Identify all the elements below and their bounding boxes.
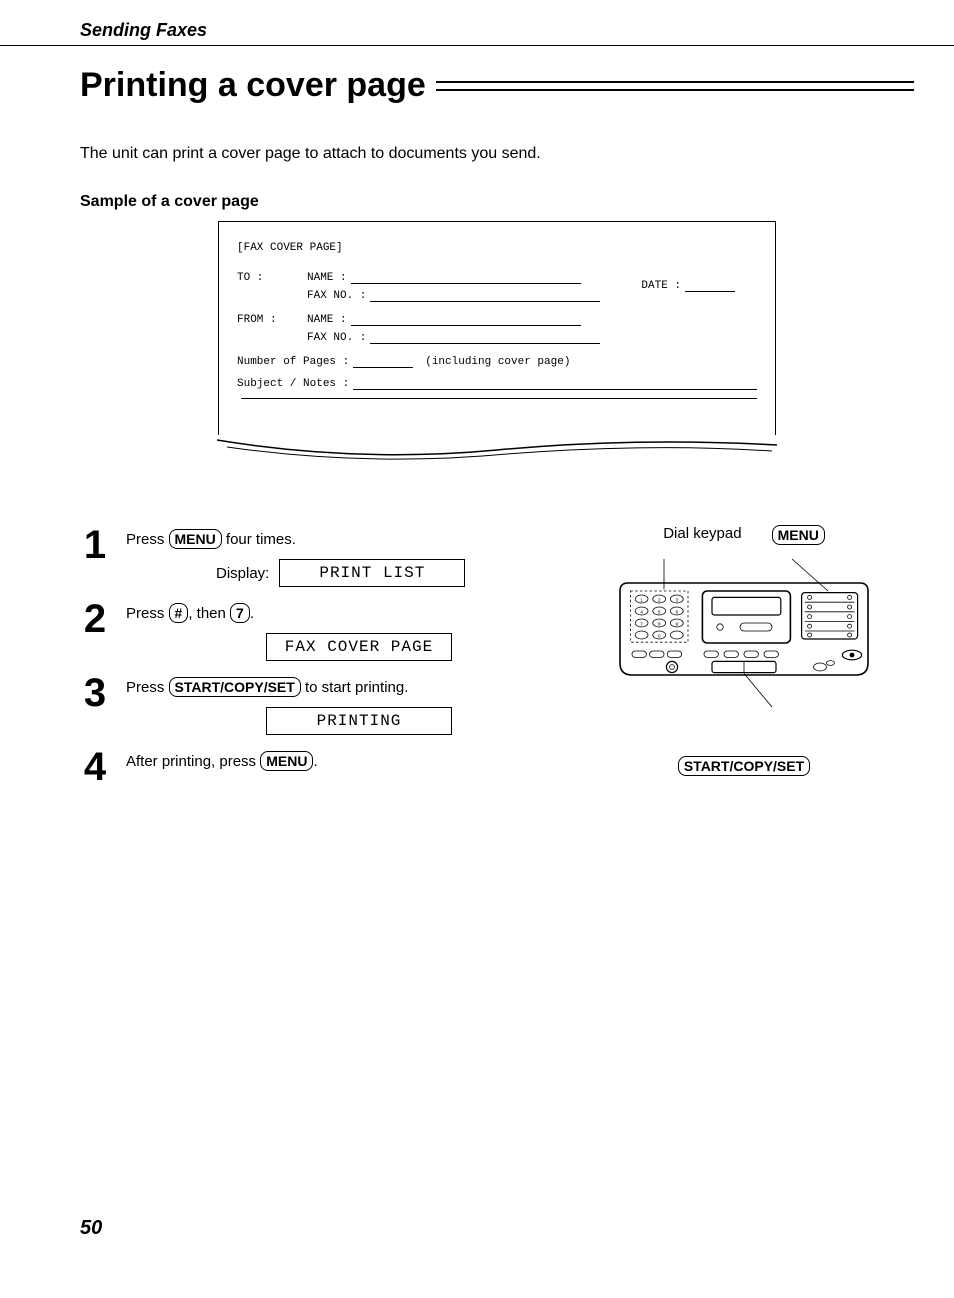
- svg-text:1: 1: [640, 597, 643, 603]
- step-number: 2: [80, 599, 110, 661]
- step-number: 3: [80, 673, 110, 735]
- seven-key: 7: [230, 603, 250, 623]
- divider: [0, 45, 954, 46]
- steps-list: 1 Press MENU four times. Display: PRINT …: [80, 525, 544, 799]
- step-number: 1: [80, 525, 110, 587]
- hash-key: #: [169, 603, 189, 623]
- cover-page-sample: [FAX COVER PAGE] DATE : TO :NAME : FAX N…: [218, 221, 776, 435]
- svg-text:9: 9: [675, 621, 678, 627]
- svg-text:8: 8: [658, 621, 661, 627]
- lcd-display: FAX COVER PAGE: [266, 633, 452, 661]
- fax-panel-svg: 1 2 3 4 5 6 7 8 9 0: [584, 551, 904, 711]
- step-number: 4: [80, 747, 110, 787]
- start-copy-set-key: START/COPY/SET: [169, 677, 301, 697]
- menu-key: MENU: [260, 751, 313, 771]
- cover-torn-edge: [217, 435, 777, 465]
- control-panel-diagram: Dial keypad MENU 1 2 3 4 5: [574, 525, 914, 799]
- menu-key-label: MENU: [772, 525, 825, 545]
- menu-key: MENU: [169, 529, 222, 549]
- svg-text:2: 2: [658, 597, 661, 603]
- dial-keypad-label: Dial keypad: [663, 525, 741, 545]
- lcd-display: PRINT LIST: [279, 559, 465, 587]
- title-rule: [436, 81, 914, 91]
- svg-text:5: 5: [658, 609, 661, 615]
- page-title: Printing a cover page: [80, 66, 426, 105]
- cover-date: DATE :: [641, 280, 735, 292]
- step-1: 1 Press MENU four times. Display: PRINT …: [80, 525, 544, 587]
- cover-title: [FAX COVER PAGE]: [237, 242, 757, 254]
- step-4: 4 After printing, press MENU.: [80, 747, 544, 787]
- page-number: 50: [80, 1217, 102, 1240]
- step-2: 2 Press #, then 7. FAX COVER PAGE: [80, 599, 544, 661]
- svg-text:3: 3: [675, 597, 678, 603]
- svg-text:7: 7: [640, 621, 643, 627]
- step-3: 3 Press START/COPY/SET to start printing…: [80, 673, 544, 735]
- display-label: Display:: [216, 565, 269, 582]
- lcd-display: PRINTING: [266, 707, 452, 735]
- section-header: Sending Faxes: [80, 20, 914, 41]
- intro-text: The unit can print a cover page to attac…: [80, 145, 914, 163]
- svg-text:0: 0: [658, 633, 661, 639]
- svg-text:6: 6: [675, 609, 678, 615]
- svg-text:4: 4: [640, 609, 643, 615]
- sample-heading: Sample of a cover page: [80, 193, 914, 211]
- start-copy-set-label: START/COPY/SET: [678, 756, 810, 776]
